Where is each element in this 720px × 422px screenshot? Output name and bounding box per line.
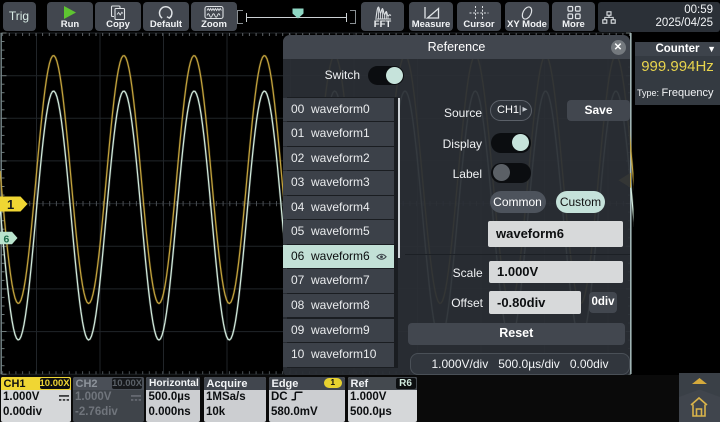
svg-text:6: 6 [4,234,10,246]
svg-text:1: 1 [7,197,14,212]
